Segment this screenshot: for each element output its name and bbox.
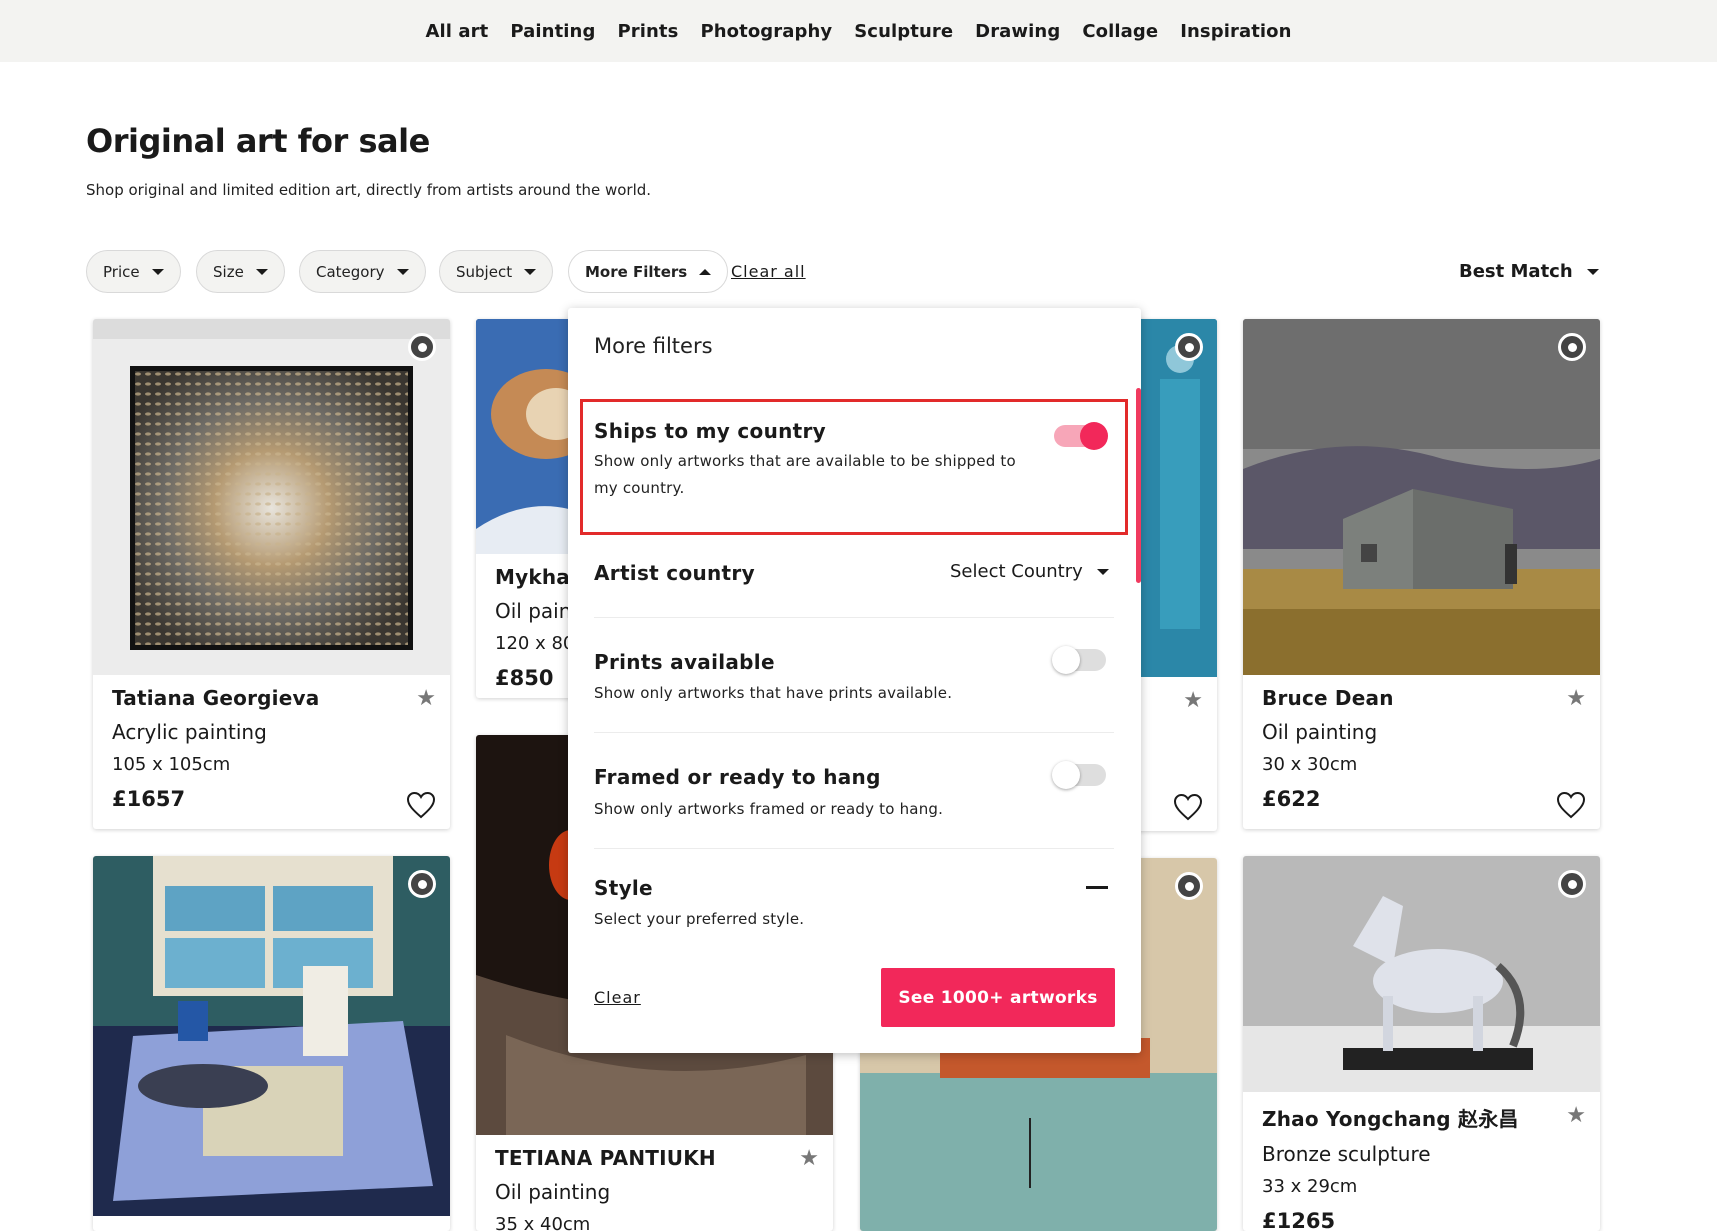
subject-filter[interactable]: Subject bbox=[439, 250, 554, 293]
prints-toggle[interactable] bbox=[1052, 646, 1106, 674]
more-filters-button[interactable]: More Filters bbox=[568, 250, 729, 293]
artist-name[interactable]: Tatiana Georgieva bbox=[112, 686, 431, 710]
chevron-down-icon bbox=[524, 268, 537, 275]
artwork-card[interactable]: Zhao Yongchang 赵永昌 Bronze sculpture 33 x… bbox=[1243, 856, 1600, 1231]
divider bbox=[594, 732, 1114, 733]
framed-toggle[interactable] bbox=[1052, 761, 1106, 789]
top-nav: All art Painting Prints Photography Scul… bbox=[0, 0, 1717, 62]
artwork-price: £1657 bbox=[112, 787, 186, 811]
select-country-label: Select Country bbox=[950, 561, 1083, 582]
card-info: Tatiana Georgieva Acrylic painting 105 x… bbox=[93, 686, 450, 811]
collapse-icon[interactable] bbox=[1086, 886, 1108, 889]
artist-name[interactable]: Zhao Yongchang 赵永昌 bbox=[1262, 1103, 1581, 1132]
chevron-down-icon bbox=[255, 268, 268, 275]
card-info: Bruce Dean Oil painting 30 x 30cm £622 bbox=[1243, 686, 1600, 811]
artwork-price: £622 bbox=[1262, 787, 1321, 811]
artwork-medium: Acrylic painting bbox=[112, 720, 267, 744]
artwork-size: 30 x 30cm bbox=[1262, 754, 1358, 775]
settings-icon[interactable] bbox=[1175, 872, 1203, 900]
settings-icon[interactable] bbox=[1558, 333, 1586, 361]
toggle-knob bbox=[1052, 646, 1080, 674]
artist-name[interactable]: Bruce Dean bbox=[1262, 686, 1581, 710]
sort-label: Best Match bbox=[1459, 261, 1573, 282]
see-artworks-button[interactable]: See 1000+ artworks bbox=[881, 968, 1115, 1027]
size-filter[interactable]: Size bbox=[196, 250, 285, 293]
artwork-size: 105 x 105cm bbox=[112, 754, 231, 775]
nav-prints[interactable]: Prints bbox=[617, 21, 678, 42]
settings-icon[interactable] bbox=[408, 333, 436, 361]
artwork-size: 35 x 40cm bbox=[495, 1214, 591, 1231]
nav-collage[interactable]: Collage bbox=[1082, 21, 1158, 42]
page-subtitle: Shop original and limited edition art, d… bbox=[86, 181, 652, 199]
artwork-card[interactable] bbox=[93, 856, 450, 1231]
framed-title: Framed or ready to hang bbox=[594, 765, 881, 789]
page-title: Original art for sale bbox=[86, 122, 430, 160]
artwork-size: 33 x 29cm bbox=[1262, 1176, 1358, 1197]
artwork-medium: Oil painting bbox=[495, 1180, 611, 1204]
subject-filter-label: Subject bbox=[456, 262, 513, 281]
artwork-image[interactable] bbox=[1243, 319, 1600, 675]
prints-title: Prints available bbox=[594, 650, 775, 674]
chevron-down-icon bbox=[1586, 268, 1599, 275]
toggle-knob bbox=[1080, 422, 1108, 450]
clear-all-link[interactable]: Clear all bbox=[731, 262, 806, 281]
sort-dropdown[interactable]: Best Match bbox=[1459, 261, 1599, 282]
toggle-knob bbox=[1052, 761, 1080, 789]
card-info: TETIANA PANTIUKH Oil painting 35 x 40cm bbox=[476, 1146, 833, 1231]
chevron-down-icon bbox=[396, 268, 409, 275]
nav-inspiration[interactable]: Inspiration bbox=[1180, 21, 1291, 42]
settings-icon[interactable] bbox=[408, 870, 436, 898]
heart-icon[interactable] bbox=[406, 791, 436, 819]
settings-icon[interactable] bbox=[1175, 333, 1203, 361]
artwork-image[interactable] bbox=[93, 319, 450, 675]
artist-name[interactable]: TETIANA PANTIUKH bbox=[495, 1146, 814, 1170]
chevron-down-icon bbox=[151, 268, 164, 275]
divider bbox=[594, 848, 1114, 849]
artwork-image[interactable] bbox=[93, 856, 450, 1216]
nav-photography[interactable]: Photography bbox=[700, 21, 832, 42]
popup-clear-link[interactable]: Clear bbox=[594, 988, 641, 1007]
nav-painting[interactable]: Painting bbox=[510, 21, 595, 42]
ships-toggle[interactable] bbox=[1054, 422, 1108, 450]
heart-icon[interactable] bbox=[1173, 793, 1203, 821]
ships-description: Show only artworks that are available to… bbox=[594, 452, 1016, 497]
divider bbox=[594, 617, 1114, 618]
star-icon[interactable]: ★ bbox=[799, 1146, 819, 1171]
settings-icon[interactable] bbox=[1558, 870, 1586, 898]
artist-country-title: Artist country bbox=[594, 561, 755, 585]
select-country-dropdown[interactable]: Select Country bbox=[950, 561, 1109, 582]
artwork-price: £1265 bbox=[1262, 1209, 1336, 1231]
artwork-card[interactable]: Tatiana Georgieva Acrylic painting 105 x… bbox=[93, 319, 450, 829]
category-filter[interactable]: Category bbox=[299, 250, 426, 293]
style-title: Style bbox=[594, 876, 653, 900]
style-description: Select your preferred style. bbox=[594, 910, 805, 928]
card-info: Zhao Yongchang 赵永昌 Bronze sculpture 33 x… bbox=[1243, 1103, 1600, 1231]
star-icon[interactable]: ★ bbox=[416, 686, 436, 711]
star-icon[interactable]: ★ bbox=[1566, 1103, 1586, 1128]
chevron-up-icon bbox=[699, 268, 712, 275]
prints-description: Show only artworks that have prints avai… bbox=[594, 684, 953, 702]
star-icon[interactable]: ★ bbox=[1183, 688, 1203, 713]
nav-sculpture[interactable]: Sculpture bbox=[854, 21, 953, 42]
nav-drawing[interactable]: Drawing bbox=[975, 21, 1060, 42]
size-filter-label: Size bbox=[213, 262, 244, 281]
more-filters-label: More Filters bbox=[585, 262, 688, 281]
price-filter[interactable]: Price bbox=[86, 250, 181, 293]
popup-title: More filters bbox=[594, 334, 713, 358]
more-filters-popup: More filters Ships to my country Show on… bbox=[568, 308, 1141, 1053]
star-icon[interactable]: ★ bbox=[1566, 686, 1586, 711]
artwork-medium: Bronze sculpture bbox=[1262, 1142, 1431, 1166]
ships-title: Ships to my country bbox=[594, 419, 827, 443]
chevron-down-icon bbox=[1096, 568, 1109, 575]
heart-icon[interactable] bbox=[1556, 791, 1586, 819]
popup-scrollbar[interactable] bbox=[1136, 388, 1141, 583]
category-filter-label: Category bbox=[316, 262, 385, 281]
price-filter-label: Price bbox=[103, 262, 140, 281]
nav-all-art[interactable]: All art bbox=[425, 21, 488, 42]
artwork-card[interactable]: Bruce Dean Oil painting 30 x 30cm £622 ★ bbox=[1243, 319, 1600, 829]
artwork-medium: Oil painting bbox=[1262, 720, 1378, 744]
artwork-image[interactable] bbox=[1243, 856, 1600, 1092]
framed-description: Show only artworks framed or ready to ha… bbox=[594, 800, 944, 818]
